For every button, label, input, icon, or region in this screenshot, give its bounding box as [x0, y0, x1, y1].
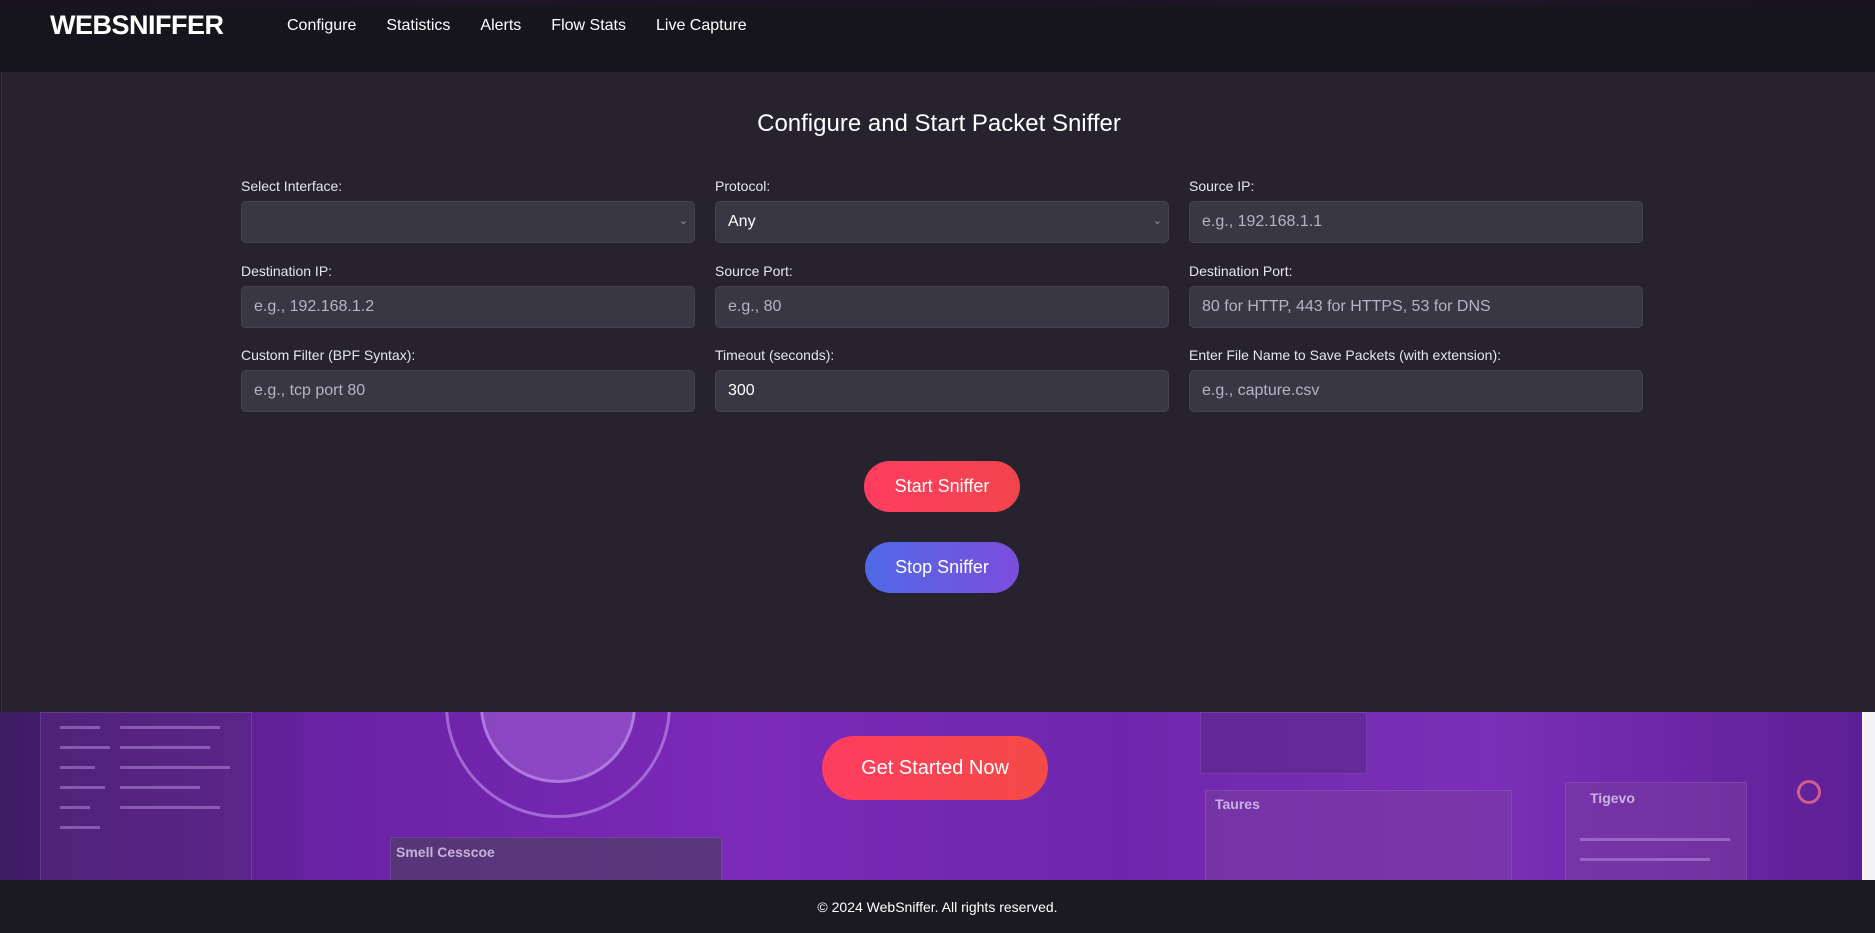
source-ip-input[interactable]: e.g., 192.168.1.1 [1189, 201, 1643, 243]
destination-ip-label: Destination IP: [241, 263, 333, 279]
file-name-input[interactable]: e.g., capture.csv [1189, 370, 1643, 412]
destination-ip-input[interactable]: e.g., 192.168.1.2 [241, 286, 695, 328]
destination-port-field: Destination Port: 80 for HTTP, 443 for H… [1189, 261, 1643, 328]
deco-line [60, 786, 105, 789]
deco-line [60, 806, 90, 809]
deco-label-1: Smell Cesscoe [396, 844, 495, 860]
deco-label-3: Tigevo [1590, 790, 1635, 806]
panel-title: Configure and Start Packet Sniffer [757, 110, 1121, 137]
footer: © 2024 WebSniffer. All rights reserved. [0, 880, 1875, 933]
footer-copyright: © 2024 WebSniffer. All rights reserved. [817, 898, 1058, 915]
protocol-label: Protocol: [715, 178, 771, 194]
brand-logo[interactable]: WEBSNIFFER [50, 10, 224, 41]
deco-line [120, 806, 220, 809]
deco-chart-panel [1200, 712, 1367, 774]
destination-port-label: Destination Port: [1189, 263, 1293, 279]
deco-line [60, 826, 100, 829]
destination-ip-field: Destination IP: e.g., 192.168.1.2 [241, 261, 695, 328]
timeout-field: Timeout (seconds): 300 [715, 345, 1169, 412]
custom-filter-input[interactable]: e.g., tcp port 80 [241, 370, 695, 412]
deco-line [120, 766, 230, 769]
source-port-field: Source Port: e.g., 80 [715, 261, 1169, 328]
custom-filter-field: Custom Filter (BPF Syntax): e.g., tcp po… [241, 345, 695, 412]
timeout-input[interactable]: 300 [715, 370, 1169, 412]
source-ip-placeholder: e.g., 192.168.1.1 [1202, 213, 1323, 230]
nav-item-live-capture[interactable]: Live Capture [656, 17, 747, 35]
source-ip-label: Source IP: [1189, 178, 1255, 194]
source-port-input[interactable]: e.g., 80 [715, 286, 1169, 328]
sniffer-config-panel: Configure and Start Packet Sniffer Selec… [1, 72, 1875, 712]
chevron-down-icon: ⌄ [1152, 215, 1162, 227]
interface-label: Select Interface: [241, 178, 343, 194]
deco-line [120, 746, 210, 749]
timeout-label: Timeout (seconds): [715, 347, 835, 363]
destination-ip-placeholder: e.g., 192.168.1.2 [254, 298, 375, 315]
chevron-down-icon: ⌄ [678, 215, 688, 227]
deco-dot [1797, 780, 1821, 804]
deco-line [1580, 858, 1710, 861]
custom-filter-placeholder: e.g., tcp port 80 [254, 382, 366, 399]
protocol-value: Any [728, 213, 756, 230]
get-started-button[interactable]: Get Started Now [822, 736, 1048, 800]
stop-sniffer-button[interactable]: Stop Sniffer [865, 542, 1019, 593]
deco-line [60, 766, 95, 769]
interface-select[interactable]: ⌄ [241, 201, 695, 243]
source-ip-field: Source IP: e.g., 192.168.1.1 [1189, 176, 1643, 243]
destination-port-input[interactable]: 80 for HTTP, 443 for HTTPS, 53 for DNS [1189, 286, 1643, 328]
deco-line [60, 726, 100, 729]
navbar: WEBSNIFFER Configure Statistics Alerts F… [0, 0, 1875, 72]
start-sniffer-button[interactable]: Start Sniffer [864, 461, 1020, 512]
deco-label-2: Taures [1215, 796, 1260, 812]
deco-line [120, 726, 220, 729]
interface-field: Select Interface: ⌄ [241, 176, 695, 243]
source-port-label: Source Port: [715, 263, 793, 279]
deco-line [1580, 838, 1730, 841]
hero-edge [1862, 712, 1875, 880]
protocol-select[interactable]: Any ⌄ [715, 201, 1169, 243]
protocol-field: Protocol: Any ⌄ [715, 176, 1169, 243]
file-name-label: Enter File Name to Save Packets (with ex… [1189, 347, 1502, 363]
destination-port-placeholder: 80 for HTTP, 443 for HTTPS, 53 for DNS [1202, 298, 1491, 315]
deco-line [60, 746, 110, 749]
nav-item-configure[interactable]: Configure [287, 17, 356, 35]
source-port-placeholder: e.g., 80 [728, 298, 782, 315]
timeout-value: 300 [728, 382, 755, 399]
nav-links: Configure Statistics Alerts Flow Stats L… [287, 17, 777, 35]
file-name-placeholder: e.g., capture.csv [1202, 382, 1320, 399]
deco-sidebar-panel [40, 712, 252, 880]
nav-item-alerts[interactable]: Alerts [480, 17, 521, 35]
nav-item-flow-stats[interactable]: Flow Stats [551, 17, 626, 35]
custom-filter-label: Custom Filter (BPF Syntax): [241, 347, 416, 363]
nav-item-statistics[interactable]: Statistics [386, 17, 450, 35]
file-name-field: Enter File Name to Save Packets (with ex… [1189, 345, 1643, 412]
deco-line [120, 786, 200, 789]
